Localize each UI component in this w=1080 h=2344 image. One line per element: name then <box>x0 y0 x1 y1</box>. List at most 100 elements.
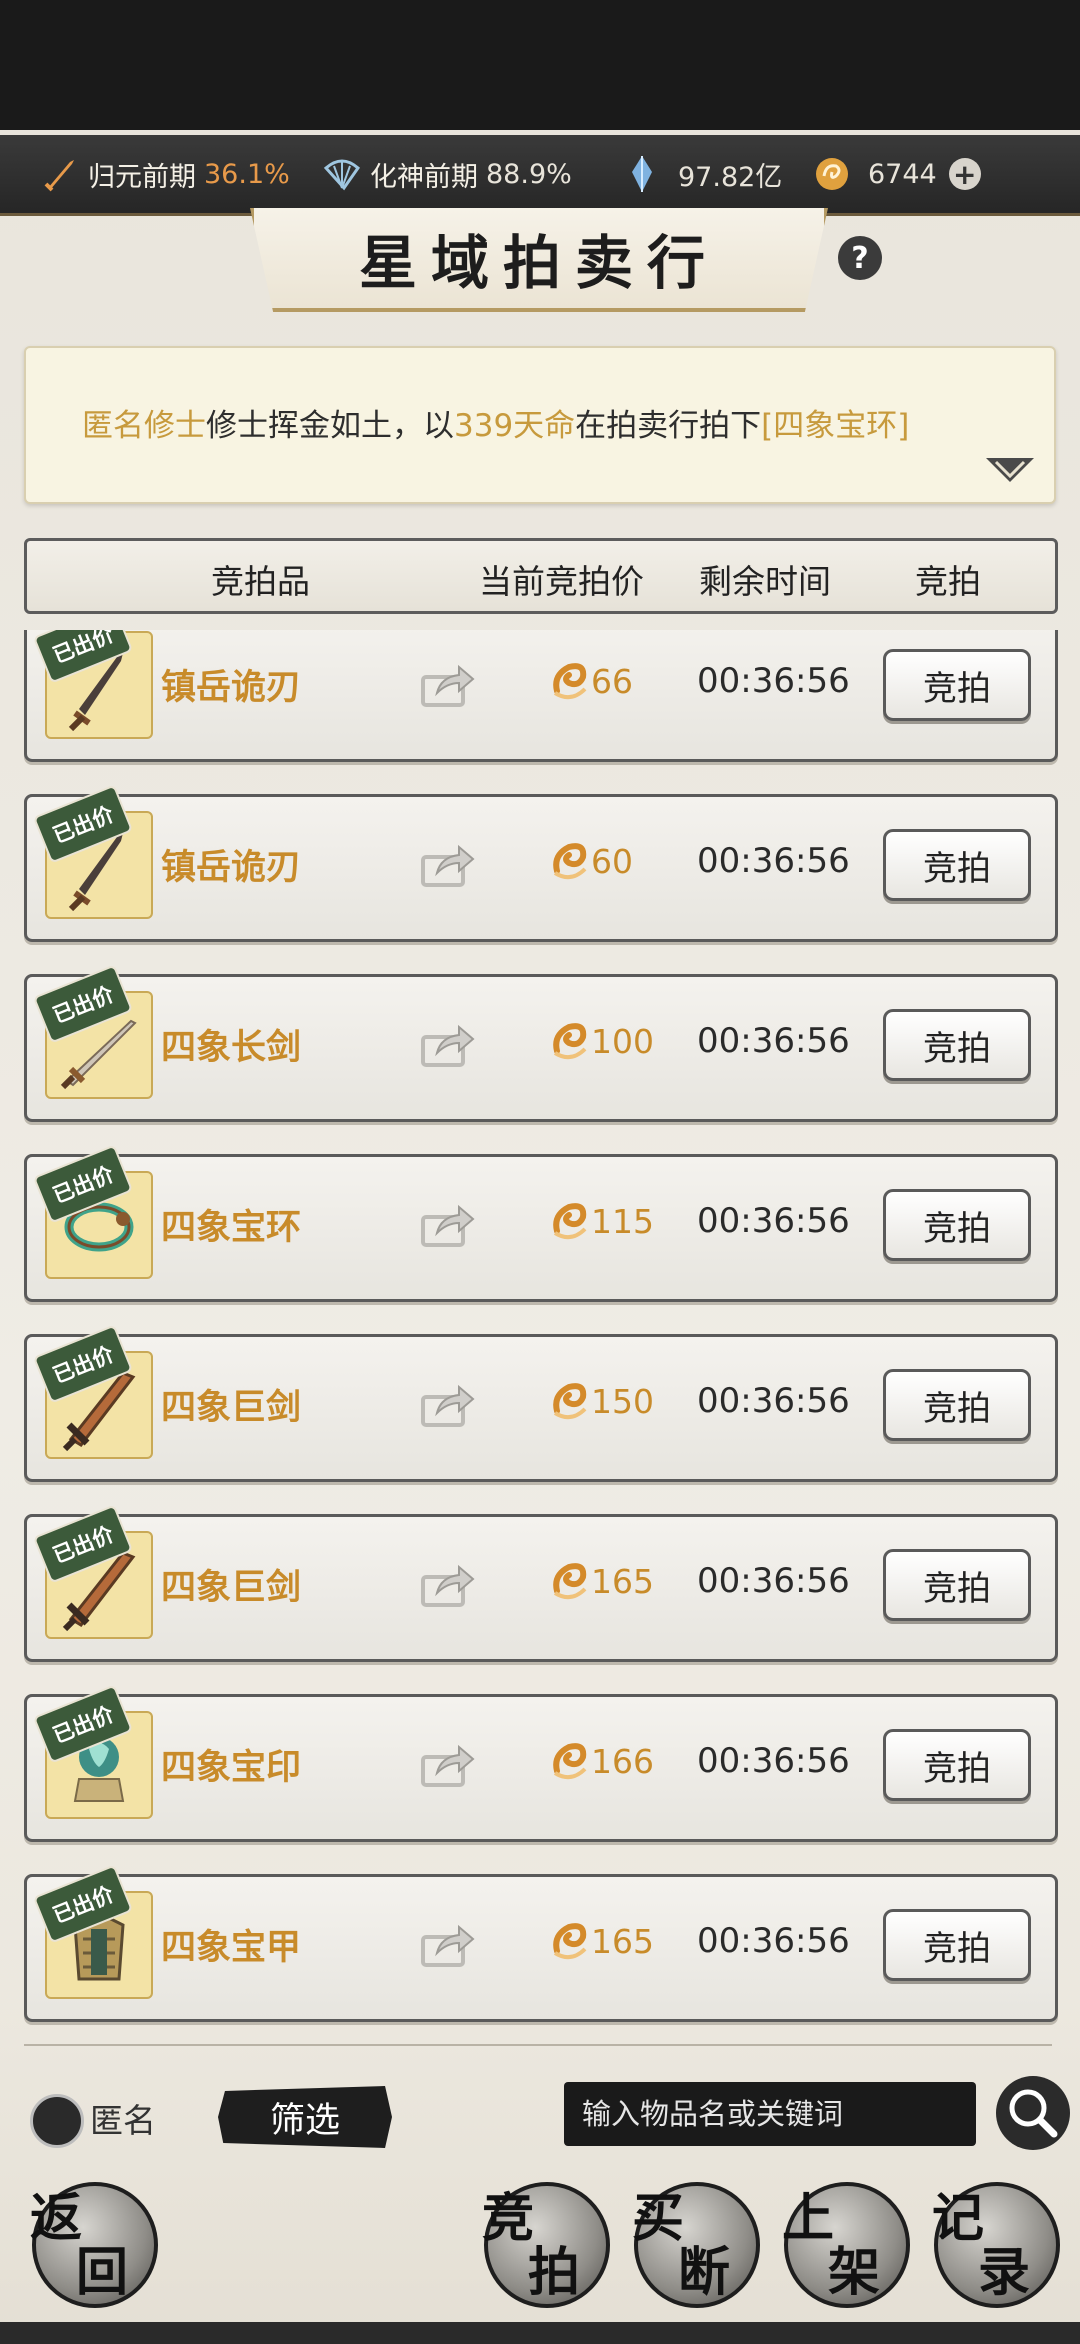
announcement-item: [四象宝环] <box>761 408 910 444</box>
search-input[interactable] <box>564 2082 976 2146</box>
item-thumbnail[interactable]: 已出价 <box>35 630 153 739</box>
list-item[interactable]: 已出价 四象巨剑 165 00:36:56 竞拍 <box>24 1506 1058 1662</box>
swirl-coin-icon <box>816 158 848 190</box>
list-item[interactable]: 已出价 四象宝甲 165 00:36:56 竞拍 <box>24 1866 1058 2022</box>
bid-button[interactable]: 竞拍 <box>883 1909 1031 1981</box>
remaining-time: 00:36:56 <box>697 1021 850 1061</box>
help-button[interactable]: ? <box>838 236 882 280</box>
buyout-tab-button[interactable]: 买 断 <box>632 2182 760 2308</box>
fate-currency-icon <box>553 1203 587 1240</box>
back-char-2: 回 <box>76 2242 129 2303</box>
price-value: 165 <box>591 1921 654 1961</box>
fate-currency-icon <box>553 1563 587 1600</box>
bid-button[interactable]: 竞拍 <box>883 1369 1031 1441</box>
item-name: 镇岳诡刃 <box>161 848 302 888</box>
item-thumbnail[interactable]: 已出价 <box>35 1146 153 1279</box>
item-name: 四象长剑 <box>161 1028 302 1068</box>
expand-chevron-icon[interactable] <box>982 454 1038 488</box>
share-icon[interactable] <box>419 843 475 889</box>
share-icon[interactable] <box>419 1563 475 1609</box>
item-name: 四象宝印 <box>161 1748 302 1788</box>
back-char-1: 返 <box>30 2188 83 2249</box>
current-price: 66 <box>551 661 633 701</box>
buyout-char-1: 买 <box>632 2188 685 2249</box>
announcement-text: 匿名修士修士挥金如土，以339天命在拍卖行拍下[四象宝环] <box>82 400 909 445</box>
divider <box>24 2044 1052 2046</box>
sword-icon <box>44 160 74 192</box>
share-icon[interactable] <box>419 1743 475 1789</box>
share-icon[interactable] <box>419 1203 475 1249</box>
item-thumbnail[interactable]: 已出价 <box>35 1506 153 1639</box>
header-time: 剩余时间 <box>699 562 831 601</box>
price-value: 100 <box>591 1021 654 1061</box>
list-item[interactable]: 已出价 四象宝环 115 00:36:56 竞拍 <box>24 1146 1058 1302</box>
filter-button[interactable]: 筛选 <box>218 2086 392 2148</box>
list-item[interactable]: 已出价 四象宝印 166 00:36:56 竞拍 <box>24 1686 1058 1842</box>
auction-list[interactable]: 已出价 镇岳诡刃 66 00:36:56 竞拍 已出价 镇岳诡刃 60 00:36:56 竞拍 已出… <box>0 630 1080 2025</box>
price-value: 115 <box>591 1201 654 1241</box>
search-button[interactable] <box>996 2076 1070 2150</box>
item-name: 四象宝环 <box>161 1208 302 1248</box>
item-name: 四象巨剑 <box>161 1568 302 1608</box>
remaining-time: 00:36:56 <box>697 1561 850 1601</box>
add-currency-button[interactable]: + <box>948 158 981 191</box>
auction-announcement: 匿名修士修士挥金如土，以339天命在拍卖行拍下[四象宝环] <box>24 346 1056 504</box>
bid-button[interactable]: 竞拍 <box>883 1549 1031 1621</box>
fate-currency-icon <box>553 1383 587 1420</box>
item-thumbnail[interactable]: 已出价 <box>35 966 153 1099</box>
price-value: 165 <box>591 1561 654 1601</box>
bid-button[interactable]: 竞拍 <box>883 1009 1031 1081</box>
share-icon[interactable] <box>419 1923 475 1969</box>
list-item[interactable]: 已出价 四象巨剑 150 00:36:56 竞拍 <box>24 1326 1058 1482</box>
price-value: 150 <box>591 1381 654 1421</box>
list-item[interactable]: 已出价 镇岳诡刃 66 00:36:56 竞拍 <box>24 630 1058 762</box>
record-char-1: 记 <box>932 2188 985 2249</box>
item-thumbnail[interactable]: 已出价 <box>35 1866 153 1999</box>
current-price: 60 <box>551 841 633 881</box>
remaining-time: 00:36:56 <box>697 1741 850 1781</box>
record-tab-button[interactable]: 记 录 <box>932 2182 1060 2308</box>
list-item[interactable]: 已出价 镇岳诡刃 60 00:36:56 竞拍 <box>24 786 1058 942</box>
list-item[interactable]: 已出价 四象长剑 100 00:36:56 竞拍 <box>24 966 1058 1122</box>
bid-button[interactable]: 竞拍 <box>883 829 1031 901</box>
system-nav-bar <box>0 2322 1080 2344</box>
announcement-amount: 339天命 <box>454 408 576 444</box>
auction-screen: 归元前期 36.1% 化神前期 88.9% 97.82亿 6744 + 星域拍卖… <box>0 0 1080 2344</box>
list-item-tab-button[interactable]: 上 架 <box>782 2182 910 2308</box>
announcement-text1: 修士挥金如土，以 <box>206 408 454 444</box>
header-item: 竞拍品 <box>211 562 310 601</box>
search-icon <box>1009 2089 1058 2138</box>
current-price: 166 <box>551 1741 654 1781</box>
fate-currency-icon <box>553 663 587 700</box>
share-icon[interactable] <box>419 663 475 709</box>
spirit-stone-stat: 97.82亿 <box>622 135 782 213</box>
bid-button[interactable]: 竞拍 <box>883 1189 1031 1261</box>
header-action: 竞拍 <box>915 562 981 601</box>
crystal-icon <box>632 156 652 192</box>
current-price: 165 <box>551 1561 654 1601</box>
item-name: 镇岳诡刃 <box>161 668 302 708</box>
page-title: 星域拍卖行 <box>358 229 719 297</box>
item-thumbnail[interactable]: 已出价 <box>35 1326 153 1459</box>
remaining-time: 00:36:56 <box>697 1201 850 1241</box>
list-char-2: 架 <box>828 2242 881 2303</box>
back-button[interactable]: 返 回 <box>30 2182 158 2308</box>
share-icon[interactable] <box>419 1383 475 1429</box>
bid-char-2: 拍 <box>528 2242 581 2303</box>
header-price: 当前竞拍价 <box>479 562 644 601</box>
bid-button[interactable]: 竞拍 <box>883 1729 1031 1801</box>
share-icon[interactable] <box>419 1023 475 1069</box>
current-price: 165 <box>551 1921 654 1961</box>
bid-tab-button[interactable]: 竞 拍 <box>482 2182 610 2308</box>
anonymous-toggle[interactable] <box>30 2094 84 2148</box>
current-price: 115 <box>551 1201 654 1241</box>
resource-status-bar: 归元前期 36.1% 化神前期 88.9% 97.82亿 6744 + <box>0 135 1080 216</box>
cultivation-stat-2: 化神前期 88.9% <box>322 135 572 213</box>
price-value: 66 <box>591 661 633 701</box>
item-name: 四象宝甲 <box>161 1928 302 1968</box>
remaining-time: 00:36:56 <box>697 1381 850 1421</box>
item-thumbnail[interactable]: 已出价 <box>35 1686 153 1819</box>
bid-button[interactable]: 竞拍 <box>883 649 1031 721</box>
item-thumbnail[interactable]: 已出价 <box>35 786 153 919</box>
announcement-name: 匿名修士 <box>82 408 206 444</box>
